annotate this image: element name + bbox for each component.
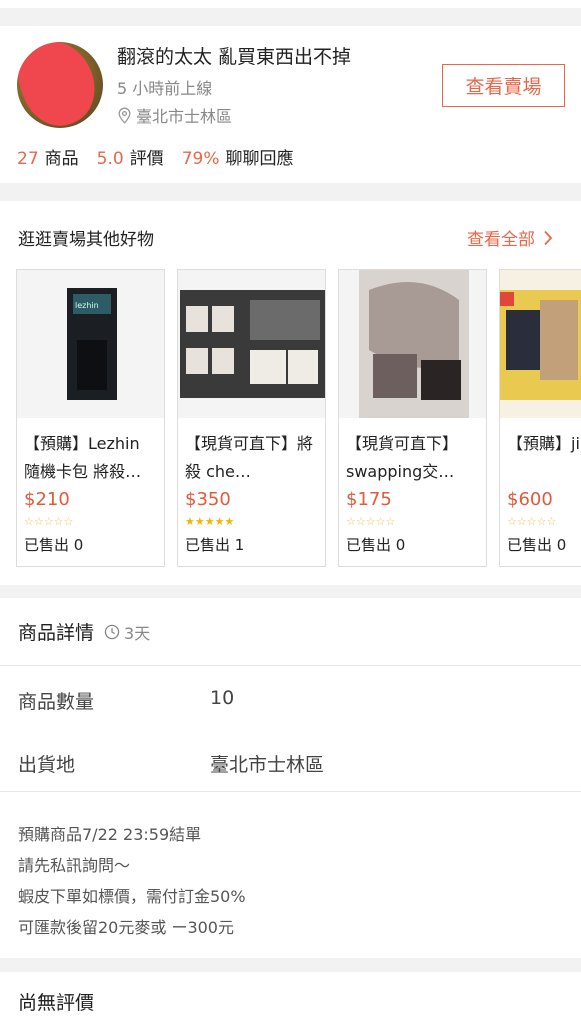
- seller-stats: 27 商品 5.0 評價 79% 聊聊回應: [17, 144, 293, 169]
- product-description: 預購商品7/22 23:59結單 請先私訊詢問～ 蝦皮下單如標價，需付訂金50%…: [18, 819, 246, 943]
- rating-stars: ☆☆☆☆☆: [507, 515, 557, 528]
- product-sold-count: 已售出 1: [185, 536, 245, 554]
- product-price: $175: [346, 489, 392, 510]
- product-title: 【預購】jinx 日版: [507, 434, 581, 453]
- seller-location-text: 臺北市士林區: [136, 107, 233, 126]
- product-image: [500, 270, 581, 418]
- description-line: 可匯款後留20元麥或 ー300元: [18, 918, 234, 937]
- product-card[interactable]: lezhin 【預購】Lezhin 隨機卡包 將殺… $210 ☆☆☆☆☆ 已售…: [16, 269, 165, 567]
- divider: [0, 791, 581, 792]
- product-image: [178, 270, 325, 418]
- other-goods-section: 逛逛賣場其他好物 查看全部 lezhin 【預購】Lezhin 隨機卡包 將殺……: [0, 201, 581, 585]
- product-card[interactable]: 【現貨可直下】swapping交… $175 ☆☆☆☆☆ 已售出 0: [338, 269, 487, 567]
- avatar-redaction: [17, 42, 103, 128]
- quantity-label: 商品數量: [18, 691, 95, 713]
- top-strip: [0, 0, 581, 8]
- seller-name[interactable]: 翻滾的太太 亂買東西出不掉: [117, 42, 351, 69]
- listing-age: 3天: [104, 620, 150, 644]
- product-price: $210: [24, 489, 70, 510]
- seller-section: 翻滾的太太 亂買東西出不掉 5 小時前上線 臺北市士林區 查看賣場 27 商品 5…: [0, 26, 581, 183]
- clock-icon: [104, 624, 120, 639]
- product-sold-count: 已售出 0: [346, 536, 406, 554]
- chevron-right-icon: [544, 230, 553, 245]
- product-details-section: 商品詳情 3天 商品數量 10 出貨地 臺北市士林區 預購商品7/22 23:5…: [0, 598, 581, 958]
- seller-online-status: 5 小時前上線: [117, 79, 213, 98]
- other-goods-title: 逛逛賣場其他好物: [18, 230, 154, 250]
- divider: [0, 665, 581, 666]
- product-card[interactable]: 【現貨可直下】將殺 che… $350 ★★★★★ 已售出 1: [177, 269, 326, 567]
- stat-chat-response: 79% 聊聊回應: [181, 149, 294, 169]
- product-sold-count: 已售出 0: [24, 536, 84, 554]
- product-image: [339, 270, 486, 418]
- ship-from-value: 臺北市士林區: [210, 754, 325, 776]
- stat-products: 27 商品: [17, 149, 79, 169]
- no-reviews-label: 尚無評價: [18, 992, 95, 1014]
- rating-stars: ★★★★★: [185, 515, 235, 528]
- product-price: $350: [185, 489, 231, 510]
- stat-rating: 5.0 評價: [96, 149, 164, 169]
- product-title: 【預購】Lezhin 隨機卡包 將殺…: [24, 434, 142, 481]
- seller-avatar[interactable]: [17, 42, 103, 128]
- product-image: lezhin: [17, 270, 164, 418]
- description-line: 蝦皮下單如標價，需付訂金50%: [18, 887, 246, 906]
- product-sold-count: 已售出 0: [507, 536, 567, 554]
- location-pin-icon: [118, 107, 131, 124]
- product-carousel[interactable]: lezhin 【預購】Lezhin 隨機卡包 將殺… $210 ☆☆☆☆☆ 已售…: [16, 269, 581, 567]
- product-price: $600: [507, 489, 553, 510]
- details-header: 商品詳情 3天: [18, 618, 150, 645]
- seller-location: 臺北市士林區: [117, 103, 232, 127]
- rating-stars: ☆☆☆☆☆: [346, 515, 396, 528]
- view-shop-button[interactable]: 查看賣場: [442, 64, 565, 107]
- svg-text:lezhin: lezhin: [75, 301, 99, 310]
- product-card[interactable]: 【預購】jinx 日版 $600 ☆☆☆☆☆ 已售出 0: [499, 269, 581, 567]
- view-all-link[interactable]: 查看全部: [467, 225, 553, 250]
- description-line: 請先私訊詢問～: [18, 856, 131, 875]
- product-title: 【現貨可直下】將殺 che…: [185, 434, 314, 481]
- rating-stars: ☆☆☆☆☆: [24, 515, 74, 528]
- quantity-value: 10: [210, 687, 235, 709]
- reviews-section: 尚無評價: [0, 972, 581, 1024]
- details-heading: 商品詳情: [18, 622, 95, 644]
- product-title: 【現貨可直下】swapping交…: [346, 434, 459, 481]
- ship-from-label: 出貨地: [18, 754, 76, 776]
- description-line: 預購商品7/22 23:59結單: [18, 825, 202, 844]
